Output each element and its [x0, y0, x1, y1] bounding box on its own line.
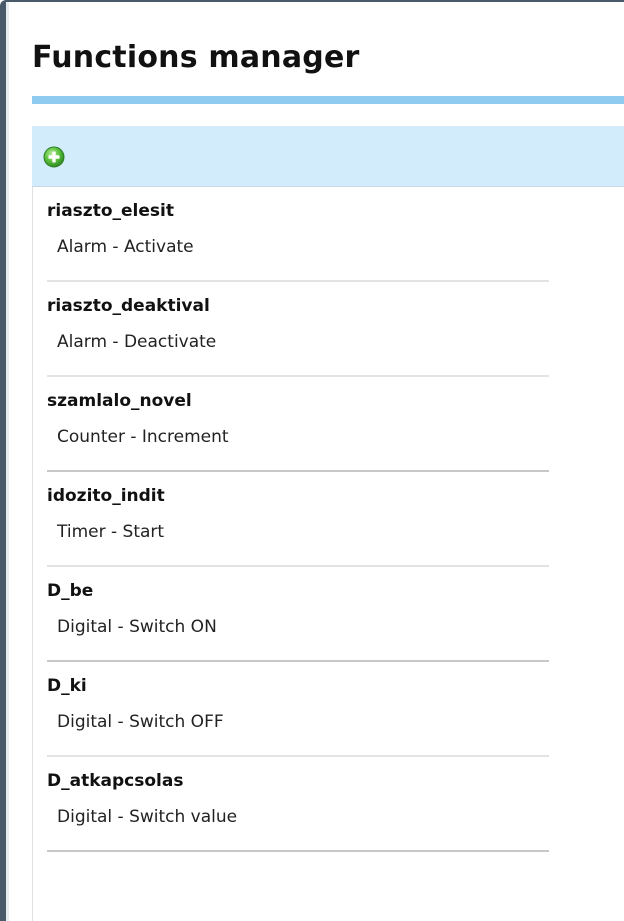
add-function-button[interactable] [43, 146, 65, 168]
toolbar [32, 126, 624, 187]
function-name: D_ki [47, 676, 87, 696]
function-name: szamlalo_novel [47, 391, 192, 411]
function-description: Digital - Switch ON [57, 617, 217, 637]
functions-list: riaszto_elesit Alarm - Activate riaszto_… [32, 187, 549, 921]
window-top-border [8, 0, 624, 2]
function-description: Timer - Start [57, 522, 165, 542]
page-title: Functions manager [32, 40, 360, 75]
plus-circle-green-icon [43, 146, 65, 168]
list-item[interactable]: D_be Digital - Switch ON [33, 567, 549, 662]
function-name: idozito_indit [47, 486, 165, 506]
divider [47, 850, 549, 852]
function-description: Alarm - Activate [57, 237, 194, 257]
list-item[interactable]: szamlalo_novel Counter - Increment [33, 377, 549, 472]
function-description: Alarm - Deactivate [57, 332, 217, 352]
list-item[interactable]: riaszto_deaktival Alarm - Deactivate [33, 282, 549, 377]
list-item[interactable]: D_atkapcsolas Digital - Switch value [33, 757, 549, 852]
list-item[interactable]: D_ki Digital - Switch OFF [33, 662, 549, 757]
function-name: D_atkapcsolas [47, 771, 184, 791]
function-description: Digital - Switch OFF [57, 712, 224, 732]
window-left-border [0, 0, 9, 921]
function-description: Digital - Switch value [57, 807, 238, 827]
function-name: riaszto_deaktival [47, 296, 210, 316]
function-name: riaszto_elesit [47, 201, 174, 221]
function-name: D_be [47, 581, 94, 601]
list-item[interactable]: riaszto_elesit Alarm - Activate [33, 187, 549, 282]
title-underline [32, 96, 624, 104]
functions-manager-window: Functions manager riaszto_elesit Alarm -… [0, 0, 624, 921]
function-description: Counter - Increment [57, 427, 229, 447]
list-item[interactable]: idozito_indit Timer - Start [33, 472, 549, 567]
